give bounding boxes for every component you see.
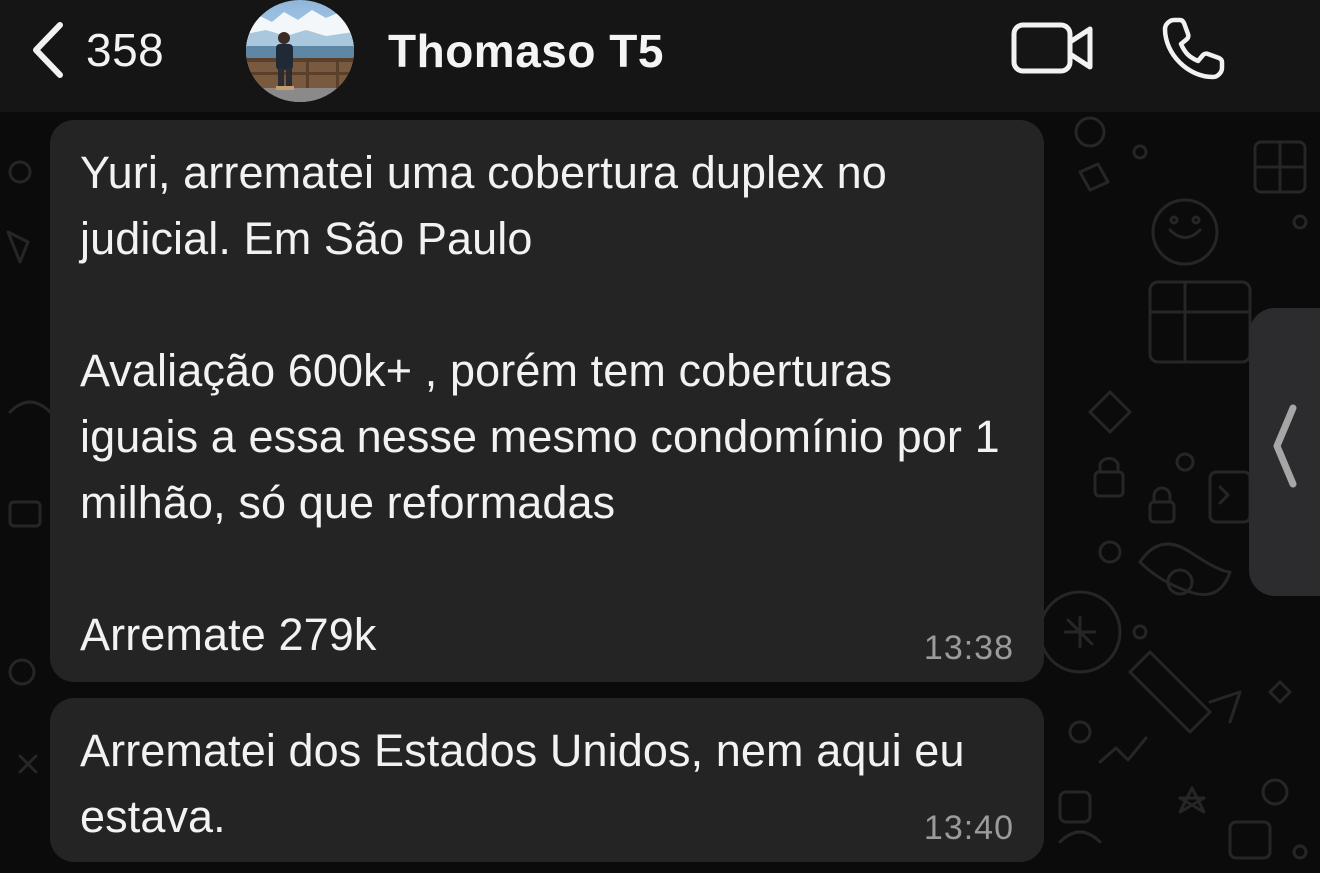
chat-area[interactable]: Yuri, arrematei uma cobertura duplex no … [0,112,1320,873]
message-bubble[interactable]: Yuri, arrematei uma cobertura duplex no … [50,120,1044,682]
phone-icon [1162,17,1225,80]
contact-name[interactable]: Thomaso T5 [388,24,664,78]
side-panel-handle[interactable] [1249,308,1320,596]
chevron-left-icon [1273,404,1297,488]
message-text: Yuri, arrematei uma cobertura duplex no … [80,147,1000,660]
message-timestamp: 13:40 [923,809,1014,847]
chat-screen: 358 Thomaso T5 Yuri, arrematei uma cober… [0,0,1320,873]
back-button[interactable]: 358 [30,18,164,82]
contact-avatar[interactable] [246,0,354,102]
unread-count: 358 [86,24,165,76]
message-text: Arrematei dos Estados Unidos, nem aqui e… [80,725,978,842]
voice-call-button[interactable] [1160,16,1226,82]
message-timestamp: 13:38 [923,629,1014,667]
message-bubble[interactable]: Arrematei dos Estados Unidos, nem aqui e… [50,698,1044,862]
chevron-left-icon [33,22,63,78]
video-camera-icon [1011,22,1093,74]
video-call-button[interactable] [1010,20,1094,76]
chat-header: 358 Thomaso T5 [0,0,1320,112]
